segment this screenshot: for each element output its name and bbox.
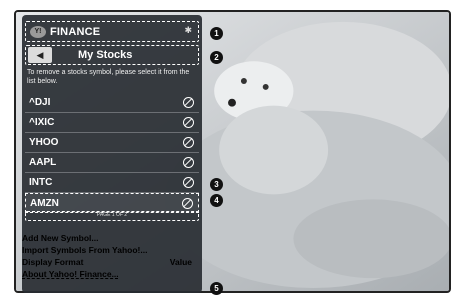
callout-1: 1 [210, 27, 223, 40]
remove-icon[interactable] [183, 157, 194, 168]
stock-symbol: AAPL [29, 157, 57, 168]
stock-symbol: INTC [29, 177, 53, 188]
page-label: PAGE 1 OF 2 [96, 212, 128, 218]
menu-import-symbols[interactable]: Import Symbols From Yahoo!... [22, 244, 192, 256]
menu-display-format[interactable]: Display Format Value [22, 256, 192, 268]
remove-icon[interactable] [183, 137, 194, 148]
stock-row-dji[interactable]: ^DJI [25, 93, 199, 113]
remove-icon[interactable] [183, 177, 194, 188]
callout-5: 5 [210, 282, 223, 295]
stock-symbol: AMZN [30, 197, 59, 209]
widget-header: Y! FINANCE ✱ [25, 21, 199, 42]
stock-row-aapl[interactable]: AAPL [25, 153, 199, 173]
remove-icon[interactable] [182, 197, 193, 209]
stock-row-ixic[interactable]: ^IXIC [25, 113, 199, 133]
pin-icon[interactable]: ✱ [184, 25, 192, 36]
menu-item-label: Add New Symbol... [22, 233, 99, 243]
stock-symbol: ^IXIC [29, 117, 55, 128]
callout-3: 3 [210, 178, 223, 191]
callout-2: 2 [210, 51, 223, 64]
options-menu: Add New Symbol... Import Symbols From Ya… [22, 232, 192, 280]
instruction-text: To remove a stocks symbol, please select… [27, 69, 190, 85]
callout-4: 4 [210, 194, 223, 207]
stock-row-intc[interactable]: INTC [25, 173, 199, 193]
stock-row-yhoo[interactable]: YHOO [25, 133, 199, 153]
stock-list: ^DJI ^IXIC YHOO AAPL INTC AMZN [25, 93, 199, 213]
menu-item-value: Value [169, 257, 192, 267]
remove-icon[interactable] [183, 117, 194, 128]
menu-about-finance[interactable]: About Yahoo! Finance... [22, 268, 192, 280]
stock-symbol: ^DJI [29, 97, 51, 108]
widget-title: FINANCE [50, 25, 101, 38]
menu-item-label: Display Format [22, 257, 84, 267]
subheader-title: My Stocks [78, 49, 133, 61]
stock-row-amzn-selected[interactable]: AMZN [25, 193, 199, 213]
back-button[interactable]: ◀ [28, 47, 52, 63]
menu-add-symbol[interactable]: Add New Symbol... [22, 232, 192, 244]
subheader-bar: ◀ My Stocks [25, 45, 199, 65]
menu-item-label: Import Symbols From Yahoo!... [22, 245, 148, 255]
yahoo-logo-icon: Y! [30, 25, 46, 38]
menu-item-label: About Yahoo! Finance... [22, 269, 119, 279]
stock-symbol: YHOO [29, 137, 59, 148]
remove-icon[interactable] [183, 97, 194, 108]
page-indicator[interactable]: PAGE 1 OF 2 [25, 211, 199, 221]
